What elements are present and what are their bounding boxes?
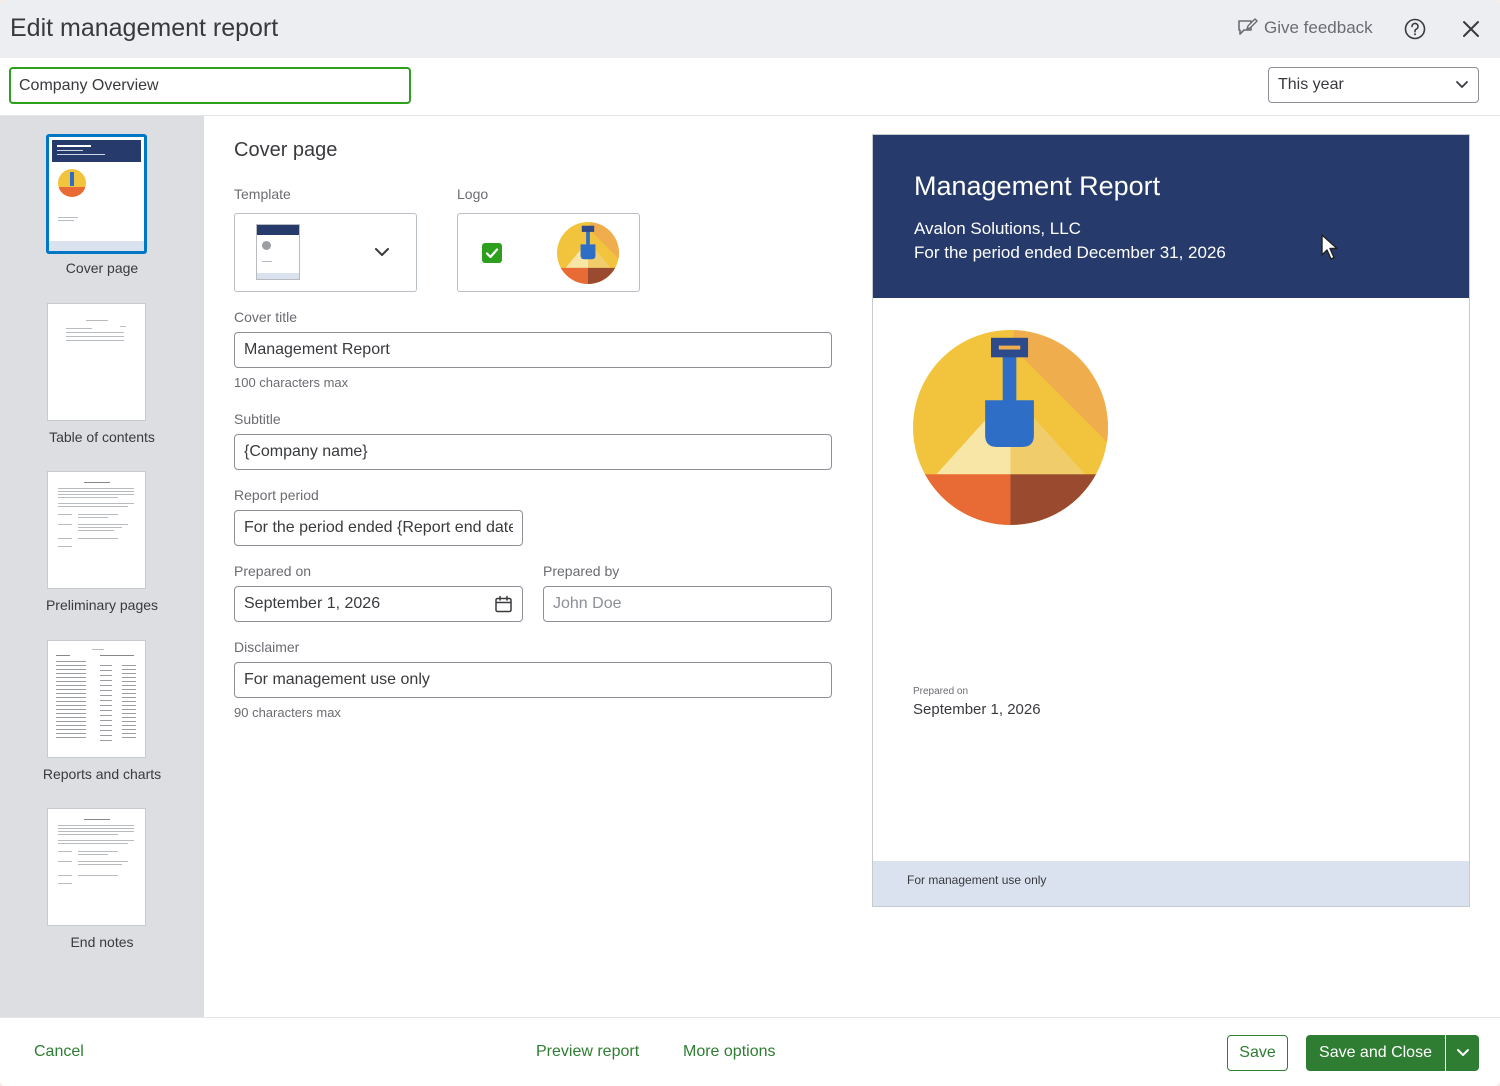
preview-disclaimer: For management use only: [907, 873, 1047, 887]
chevron-down-icon: [1456, 1049, 1469, 1056]
dialog-title: Edit management report: [10, 14, 279, 42]
subtitle-input[interactable]: [234, 434, 832, 470]
sidebar-item-preliminary-pages[interactable]: Preliminary pages: [0, 471, 204, 616]
save-button[interactable]: Save: [1227, 1035, 1288, 1071]
checkmark-icon: [485, 248, 499, 259]
save-and-close-button[interactable]: Save and Close: [1306, 1035, 1445, 1071]
edit-report-dialog: Edit management report Give feedback Thi…: [0, 0, 1500, 1086]
section-title: Cover page: [234, 139, 338, 161]
prepared-on-date-input[interactable]: [234, 586, 523, 622]
disclaimer-label: Disclaimer: [234, 639, 300, 655]
reports-and-charts-thumbnail: [47, 640, 146, 758]
give-feedback-link[interactable]: Give feedback: [1236, 17, 1373, 39]
template-select[interactable]: [234, 213, 417, 292]
help-icon[interactable]: [1404, 18, 1426, 40]
cover-page-form: Cover page Template Logo Cover title Man…: [204, 116, 864, 1017]
disclaimer-input[interactable]: [234, 662, 832, 698]
mouse-cursor-icon: [1321, 234, 1338, 260]
template-label: Template: [234, 186, 291, 202]
prepared-by-input[interactable]: [543, 586, 832, 622]
sidebar-item-reports-and-charts[interactable]: Reports and charts: [0, 640, 204, 785]
report-period-selected: This year: [1278, 76, 1344, 93]
give-feedback-label: Give feedback: [1264, 18, 1373, 37]
sidebar-item-label: Reports and charts: [42, 766, 162, 782]
feedback-icon: [1238, 18, 1258, 35]
preview-report-button[interactable]: Preview report: [536, 1043, 639, 1061]
dialog-header: Edit management report Give feedback: [0, 0, 1500, 58]
sidebar-item-label: Table of contents: [49, 429, 155, 445]
cancel-button[interactable]: Cancel: [34, 1043, 84, 1061]
chevron-down-icon: [375, 248, 389, 256]
cover-title-input[interactable]: [234, 332, 832, 368]
company-logo-icon: [557, 222, 619, 284]
logo-checkbox[interactable]: [482, 243, 502, 263]
report-toolbar: This year: [0, 58, 1500, 116]
preview-prepared-on-label: Prepared on: [913, 686, 969, 697]
end-notes-thumbnail: [47, 808, 146, 926]
report-period-input[interactable]: [234, 510, 523, 546]
chevron-down-icon: [1456, 81, 1468, 88]
prepared-on-label: Prepared on: [234, 563, 312, 579]
preview-footer: For management use only: [873, 861, 1469, 906]
template-thumbnail: [256, 224, 300, 280]
close-icon[interactable]: [1461, 19, 1481, 39]
section-sidebar: Cover page Table of contents Preliminary…: [0, 116, 204, 1017]
preview-period: For the period ended December 31, 2026: [914, 243, 1226, 262]
sidebar-item-label: Cover page: [65, 260, 139, 276]
table-of-contents-thumbnail: [47, 303, 146, 421]
calendar-icon[interactable]: [494, 595, 513, 614]
sidebar-item-cover-page[interactable]: Cover page: [0, 134, 204, 279]
preview-prepared-on-date: September 1, 2026: [913, 701, 1041, 718]
cover-title-hint: 100 characters max: [234, 375, 349, 390]
disclaimer-hint: 90 characters max: [234, 705, 341, 720]
sidebar-item-table-of-contents[interactable]: Table of contents: [0, 303, 204, 448]
more-options-button[interactable]: More options: [683, 1043, 776, 1061]
cover-page-thumbnail: [46, 134, 147, 254]
prepared-by-label: Prepared by: [543, 563, 620, 579]
report-name-input[interactable]: [9, 67, 411, 104]
cover-page-preview: Management Report Avalon Solutions, LLC …: [872, 134, 1470, 907]
logo-label: Logo: [457, 186, 489, 202]
preliminary-pages-thumbnail: [47, 471, 146, 589]
preview-logo-icon: [913, 330, 1108, 525]
sidebar-item-label: End notes: [70, 934, 134, 950]
preview-company: Avalon Solutions, LLC: [914, 219, 1081, 238]
report-period-select[interactable]: This year: [1268, 67, 1479, 103]
sidebar-item-end-notes[interactable]: End notes: [0, 808, 204, 953]
save-options-dropdown-button[interactable]: [1446, 1035, 1479, 1071]
dialog-footer: Cancel Preview report More options Save …: [0, 1017, 1500, 1086]
preview-title: Management Report: [914, 171, 1161, 201]
logo-picker[interactable]: [457, 213, 640, 292]
report-period-label: Report period: [234, 487, 319, 503]
subtitle-label: Subtitle: [234, 411, 281, 427]
preview-header: Management Report Avalon Solutions, LLC …: [873, 135, 1469, 298]
sidebar-item-label: Preliminary pages: [45, 597, 159, 613]
cover-title-label: Cover title: [234, 309, 298, 325]
